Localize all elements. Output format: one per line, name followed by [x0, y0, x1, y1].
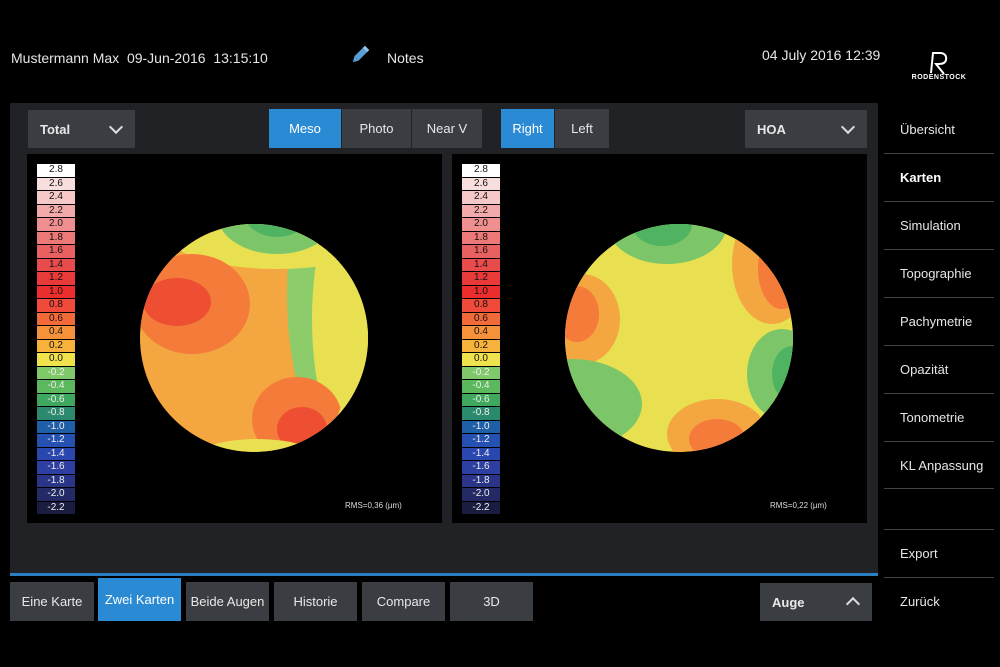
patient-info: Mustermann Max 09-Jun-2016 13:15:10: [11, 50, 268, 66]
sidebar-item-pachymetrie[interactable]: Pachymetrie: [884, 297, 994, 344]
eye-select[interactable]: Auge: [760, 583, 872, 621]
eye-right-button[interactable]: Right: [501, 109, 554, 148]
eye-select-value: Auge: [772, 594, 805, 610]
patient-time: 13:15:10: [213, 50, 268, 66]
pencil-icon[interactable]: [349, 44, 371, 66]
wavefront-map-image: [565, 224, 793, 452]
tab-3d[interactable]: 3D: [450, 582, 533, 621]
sidebar-item-karten[interactable]: Karten: [884, 153, 994, 200]
chevron-up-icon: [845, 596, 861, 612]
sidebar-spacer: [884, 488, 994, 528]
patient-dob: 09-Jun-2016: [126, 50, 206, 66]
pupil-mode-photo[interactable]: Photo: [342, 109, 411, 148]
map-type-select[interactable]: Total: [28, 110, 135, 148]
sidebar-item-simulation[interactable]: Simulation: [884, 201, 994, 248]
wavefront-map-2[interactable]: 2.8 2.6 2.4 2.2 2.0 1.8 1.6 1.4 1.2 1.0 0.8 0.6 0.4 0…: [452, 154, 867, 523]
rodenstock-logo: RODENSTOCK: [910, 50, 968, 84]
wavefront-map-image: [140, 224, 368, 452]
tab-zwei-karten[interactable]: Zwei Karten: [98, 578, 181, 621]
tab-beide-augen[interactable]: Beide Augen: [186, 582, 269, 621]
notes-button[interactable]: Notes: [387, 50, 424, 66]
chevron-down-icon: [840, 119, 856, 135]
tab-historie[interactable]: Historie: [274, 582, 357, 621]
sidebar-item-topographie[interactable]: Topographie: [884, 249, 994, 296]
sidebar-item-uebersicht[interactable]: Übersicht: [884, 106, 994, 153]
logo-text: RODENSTOCK: [911, 74, 967, 81]
aberration-value: HOA: [757, 121, 786, 137]
pupil-mode-near-v[interactable]: Near V: [412, 109, 482, 148]
aberration-select[interactable]: HOA: [745, 110, 867, 148]
map-type-value: Total: [40, 121, 71, 137]
chevron-down-icon: [108, 119, 124, 135]
current-datetime: 04 July 2016 12:39: [762, 47, 881, 63]
sidebar-item-opazitaet[interactable]: Opazität: [884, 345, 994, 392]
wavefront-map-1[interactable]: 2.8 2.6 2.4 2.2 2.0 1.8 1.6 1.4 1.2 1.0 0.8 0.6 0.4 0…: [27, 154, 442, 523]
divider: [10, 573, 878, 576]
tab-compare[interactable]: Compare: [362, 582, 445, 621]
tab-eine-karte[interactable]: Eine Karte: [10, 582, 94, 621]
back-button[interactable]: Zurück: [884, 577, 994, 624]
eye-left-button[interactable]: Left: [555, 109, 609, 148]
rms-value: RMS=0,36 (µm): [345, 501, 402, 510]
patient-name: Mustermann Max: [11, 50, 120, 66]
rms-value: RMS=0,22 (µm): [770, 501, 827, 510]
sidebar-item-kl-anpassung[interactable]: KL Anpassung: [884, 441, 994, 488]
sidebar-item-tonometrie[interactable]: Tonometrie: [884, 393, 994, 440]
export-button[interactable]: Export: [884, 529, 994, 576]
pupil-mode-meso[interactable]: Meso: [269, 109, 341, 148]
